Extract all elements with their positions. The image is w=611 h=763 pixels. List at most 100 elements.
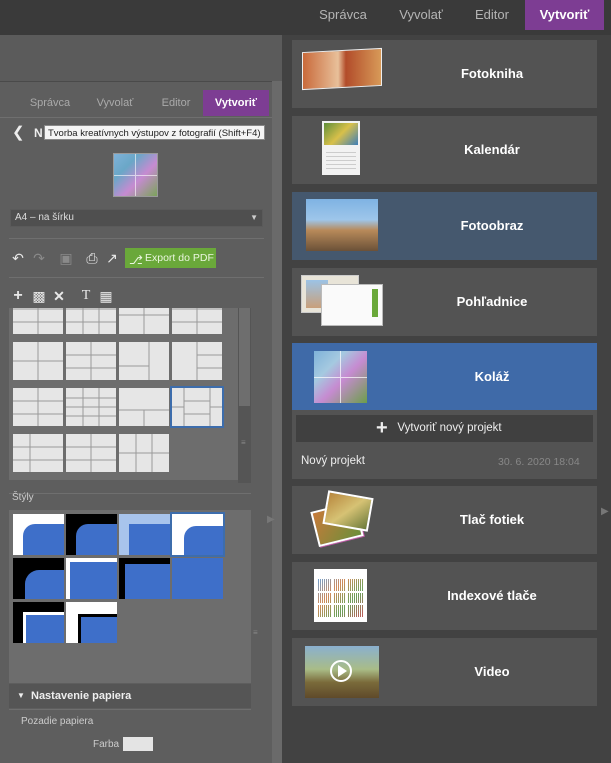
panel-tab-bar: Správca Vyvolať Editor Vytvoriť bbox=[0, 90, 272, 116]
panel-tab-spravca[interactable]: Správca bbox=[22, 90, 78, 116]
style-template[interactable] bbox=[13, 558, 64, 599]
postcard-thumbnail-front bbox=[321, 284, 383, 326]
layout-template-selected[interactable] bbox=[170, 386, 224, 428]
sidebar-expand-arrow-icon[interactable]: ▶ bbox=[601, 506, 609, 517]
tooltip: Tvorba kreatívnych výstupov z fotografií… bbox=[44, 125, 265, 140]
save-icon[interactable]: ▣ bbox=[58, 250, 74, 266]
layout-template[interactable] bbox=[66, 434, 116, 472]
sidebar-item-label: Indexové tlače bbox=[447, 588, 537, 603]
style-template[interactable] bbox=[13, 602, 64, 643]
layout-template[interactable] bbox=[13, 342, 63, 380]
paper-background-label: Pozadie papiera bbox=[21, 716, 94, 727]
sidebar-item-fotokniha[interactable]: Fotokniha bbox=[292, 40, 597, 108]
create-new-project-label: Vytvoriť nový projekt bbox=[397, 422, 502, 434]
sidebar-item-label: Pohľadnice bbox=[456, 294, 528, 309]
delete-icon[interactable]: ✕ bbox=[51, 288, 67, 304]
style-template[interactable] bbox=[119, 558, 170, 599]
layout-template[interactable] bbox=[66, 308, 116, 334]
top-tab-vytvorit[interactable]: Vytvoriť bbox=[525, 0, 604, 30]
layout-template[interactable] bbox=[66, 388, 116, 426]
format-select[interactable]: A4 – na šírku ▼ bbox=[10, 209, 263, 227]
layout-template[interactable] bbox=[66, 342, 116, 380]
divider bbox=[9, 493, 251, 494]
panel-tab-vyvolat[interactable]: Vyvolať bbox=[84, 90, 146, 116]
format-select-value: A4 – na šírku bbox=[15, 212, 74, 223]
export-pdf-button[interactable]: ⎇ Export do PDF bbox=[125, 248, 216, 268]
chevron-down-icon: ▼ bbox=[250, 213, 258, 222]
style-template[interactable] bbox=[66, 558, 117, 599]
paper-settings-label: Nastavenie papiera bbox=[31, 690, 132, 702]
style-template[interactable] bbox=[66, 602, 117, 643]
calendar-thumbnail bbox=[322, 121, 360, 175]
grip-icon: ≡ bbox=[241, 438, 246, 447]
sidebar-item-label: Tlač fotiek bbox=[459, 512, 525, 527]
style-template[interactable] bbox=[66, 514, 117, 555]
panel-tab-vytvorit[interactable]: Vytvoriť bbox=[203, 90, 269, 116]
divider bbox=[0, 117, 272, 118]
layout-templates bbox=[9, 308, 238, 480]
sidebar-item-label: Fotoobraz bbox=[460, 218, 524, 233]
back-arrow-icon[interactable]: ❮ bbox=[12, 125, 26, 141]
top-tab-vyvolat[interactable]: Vyvolať bbox=[385, 0, 457, 30]
image-icon[interactable]: ▦ bbox=[98, 288, 114, 304]
color-label: Farba bbox=[93, 739, 120, 750]
print-icon[interactable]: ⎙ bbox=[84, 250, 100, 266]
sidebar-item-indexove-tlace[interactable]: Indexové tlače bbox=[292, 562, 597, 630]
styles-label: Štýly bbox=[12, 492, 34, 503]
sidebar-item-fotoobraz[interactable]: Fotoobraz bbox=[292, 192, 597, 260]
left-top-strip bbox=[0, 35, 282, 81]
sidebar-item-label: Koláž bbox=[474, 369, 510, 384]
create-new-project-button[interactable]: + Vytvoriť nový projekt bbox=[296, 415, 593, 442]
sidebar-item-pohladnice[interactable]: Pohľadnice bbox=[292, 268, 597, 336]
style-template[interactable] bbox=[13, 514, 64, 555]
layout-template[interactable] bbox=[119, 388, 169, 426]
style-template[interactable] bbox=[172, 558, 223, 599]
canvas-thumbnail bbox=[306, 199, 378, 251]
project-name[interactable]: Nový projekt bbox=[301, 455, 365, 467]
sidebar-item-kalendar[interactable]: Kalendár bbox=[292, 116, 597, 184]
collapse-triangle-icon: ▼ bbox=[17, 691, 25, 700]
panel-title: N bbox=[34, 126, 43, 140]
sidebar-item-video[interactable]: Video bbox=[292, 638, 597, 706]
undo-icon[interactable]: ↶ bbox=[10, 250, 26, 266]
add-icon[interactable]: + bbox=[10, 288, 26, 304]
sidebar-item-label: Fotokniha bbox=[460, 66, 524, 81]
style-template-selected[interactable] bbox=[170, 512, 225, 557]
divider bbox=[9, 709, 251, 710]
layout-template[interactable] bbox=[119, 434, 169, 472]
text-icon[interactable]: T bbox=[78, 288, 94, 304]
share-icon[interactable]: ↗ bbox=[104, 250, 120, 266]
layout-template[interactable] bbox=[13, 388, 63, 426]
layout-template[interactable] bbox=[119, 308, 169, 334]
grip-icon: ≡ bbox=[253, 628, 258, 637]
layout-template[interactable] bbox=[172, 342, 222, 380]
index-print-thumbnail bbox=[314, 569, 367, 622]
collage-thumbnail bbox=[314, 351, 367, 403]
sidebar-item-label: Kalendár bbox=[464, 142, 520, 157]
layout-template[interactable] bbox=[13, 434, 63, 472]
sidebar-item-label: Video bbox=[474, 664, 510, 679]
top-tab-editor[interactable]: Editor bbox=[462, 0, 522, 30]
sidebar-item-kolaz[interactable]: Koláž bbox=[292, 343, 597, 410]
redo-icon[interactable]: ↷ bbox=[31, 250, 47, 266]
style-template[interactable] bbox=[119, 514, 170, 555]
panel-collapse-arrow-icon[interactable]: ▶ bbox=[267, 514, 275, 525]
paper-color-swatch[interactable] bbox=[123, 737, 153, 751]
divider bbox=[9, 277, 264, 278]
sidebar-item-tlac-fotiek[interactable]: Tlač fotiek bbox=[292, 486, 597, 554]
pdf-icon: ⎇ bbox=[129, 253, 143, 267]
top-navigation-bar: Správca Vyvolať Editor Vytvoriť bbox=[0, 0, 611, 35]
video-thumbnail bbox=[305, 646, 379, 698]
paper-settings-header[interactable]: ▼ Nastavenie papiera bbox=[9, 684, 251, 708]
layouts-scroll-thumb[interactable] bbox=[239, 308, 250, 406]
export-pdf-label: Export do PDF bbox=[145, 252, 214, 264]
project-date: 30. 6. 2020 18:04 bbox=[498, 456, 580, 468]
add-folder-icon[interactable]: ▩ bbox=[31, 288, 47, 304]
style-templates bbox=[9, 510, 251, 683]
layout-template[interactable] bbox=[119, 342, 169, 380]
top-tab-spravca[interactable]: Správca bbox=[307, 0, 379, 30]
layout-template[interactable] bbox=[172, 308, 222, 334]
layout-template[interactable] bbox=[13, 308, 63, 334]
panel-tab-editor[interactable]: Editor bbox=[152, 90, 200, 116]
divider bbox=[9, 238, 264, 239]
